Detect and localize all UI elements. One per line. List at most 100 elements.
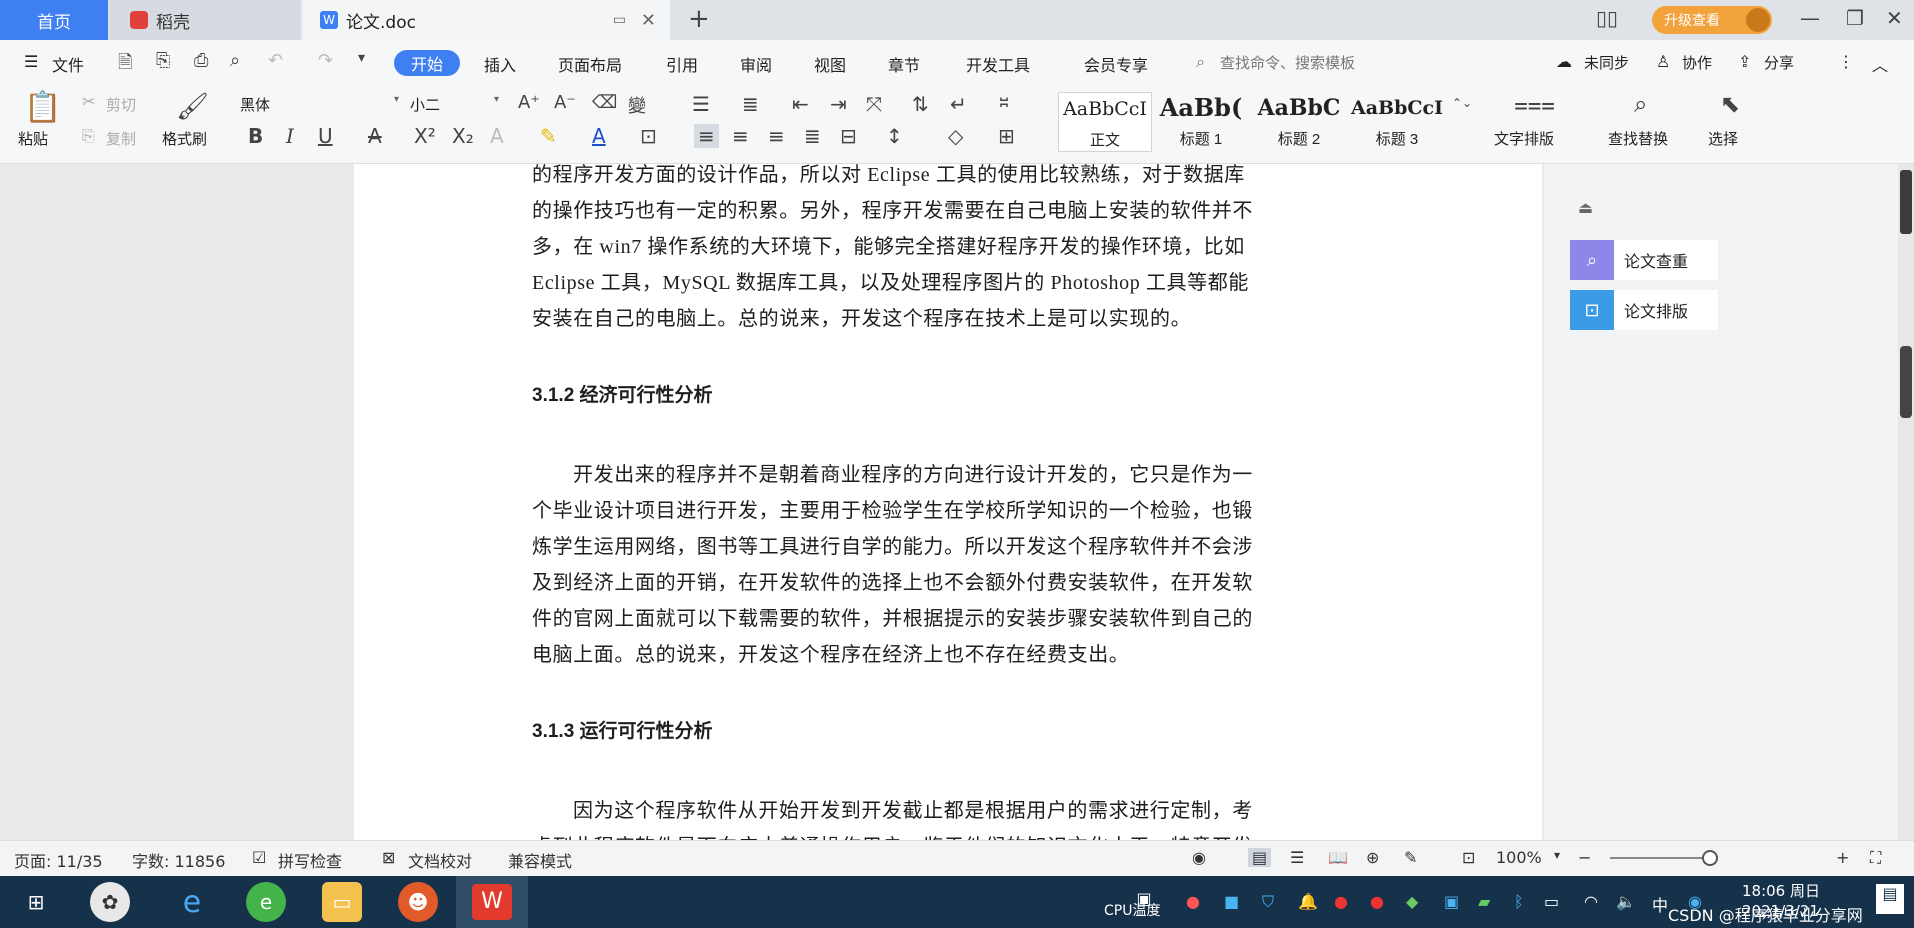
find-replace-icon[interactable]: ⌕	[1634, 90, 1647, 118]
fit-page-icon[interactable]: ⊡	[1462, 848, 1475, 867]
paragraph-line[interactable]: 开发出来的程序并不是朝着商业程序的方向进行设计开发的，它只是作为一	[532, 458, 1358, 487]
tray-ime-icon[interactable]: 中	[1652, 892, 1668, 916]
restore-icon[interactable]: ❐	[1846, 6, 1864, 30]
decrease-indent-icon[interactable]: ⇤	[792, 92, 809, 116]
char-border-icon[interactable]: ⊡	[640, 124, 657, 148]
cut-icon[interactable]: ✂	[82, 92, 95, 111]
save-icon[interactable]: 🗎	[118, 50, 132, 80]
paste-button[interactable]: 粘贴	[18, 128, 48, 149]
increase-indent-icon[interactable]: ⇥	[830, 92, 847, 116]
tray-bluetooth-icon[interactable]: ᛒ	[1514, 892, 1524, 911]
menu-insert[interactable]: 插入	[484, 52, 516, 76]
vertical-scrollbar[interactable]	[1898, 164, 1914, 840]
paragraph-line[interactable]: 及到经济上面的开销，在开发软件的选择上也不会额外付费安装软件，在开发软	[532, 566, 1358, 595]
game-app-icon[interactable]: ☻	[398, 882, 438, 922]
tray-qq-icon[interactable]: ●	[1334, 892, 1348, 911]
shading-icon[interactable]: ◇	[948, 124, 963, 148]
word-count[interactable]: 字数: 11856	[132, 848, 225, 872]
clear-format-icon[interactable]: ⌫	[592, 92, 617, 113]
layout-icon[interactable]: ▯▯	[1596, 6, 1618, 30]
font-color-icon[interactable]: A	[592, 124, 606, 148]
tray-qq2-icon[interactable]: ●	[1370, 892, 1384, 911]
outline-view-icon[interactable]: ☰	[1290, 848, 1304, 867]
ie-browser-icon[interactable]: e	[172, 882, 212, 922]
close-tab-icon[interactable]: ✕	[641, 10, 656, 31]
tray-app1-icon[interactable]: ●	[1186, 892, 1200, 911]
font-size-select[interactable]: 小二	[410, 94, 500, 115]
sort-icon[interactable]: ⇅	[912, 92, 929, 116]
font-family-select[interactable]: 黑体	[240, 94, 390, 115]
menu-review[interactable]: 审阅	[740, 52, 772, 76]
italic-icon[interactable]: I	[286, 124, 294, 148]
align-left-icon[interactable]: ≡	[694, 124, 719, 148]
strikethrough-icon[interactable]: A	[368, 124, 382, 148]
tray-bell-icon[interactable]: 🔔	[1298, 892, 1318, 911]
paragraph-line[interactable]: 炼学生运用网络，图书等工具进行自学的能力。所以开发这个程序软件并不会涉	[532, 530, 1358, 559]
scroll-handle-top[interactable]	[1900, 170, 1912, 234]
scroll-thumb[interactable]	[1900, 346, 1912, 418]
tab-home[interactable]: 首页	[0, 0, 108, 40]
app-flower-icon[interactable]: ✿	[90, 882, 130, 922]
zoom-slider-knob[interactable]	[1702, 850, 1718, 866]
spell-check-button[interactable]: 拼写检查	[278, 848, 342, 872]
shrink-font-icon[interactable]: A⁻	[554, 92, 576, 113]
tray-app4-icon[interactable]: ▣	[1444, 892, 1459, 911]
menu-page-layout[interactable]: 页面布局	[558, 52, 622, 76]
page-count[interactable]: 页面: 11/35	[14, 848, 103, 872]
close-window-icon[interactable]: ✕	[1886, 6, 1903, 30]
paragraph-line[interactable]: 因为这个程序软件从开始开发到开发截止都是根据用户的需求进行定制，考	[532, 794, 1358, 823]
undo-icon[interactable]: ↶	[268, 50, 283, 71]
minimize-icon[interactable]: —	[1800, 6, 1820, 30]
menu-reference[interactable]: 引用	[666, 52, 698, 76]
document-page[interactable]: 的程序开发方面的设计作品，所以对 Eclipse 工具的使用比较熟练，对于数据库…	[354, 164, 1542, 858]
print-icon[interactable]: ⎙	[194, 50, 208, 71]
hamburger-icon[interactable]: ☰	[24, 52, 38, 71]
chinese-layout-icon[interactable]: ⤧	[866, 92, 882, 116]
line-spacing-icon[interactable]: ↕	[886, 124, 903, 148]
share-button[interactable]: 分享	[1764, 52, 1794, 73]
align-center-icon[interactable]: ≡	[732, 124, 749, 148]
paragraph-line[interactable]: 的程序开发方面的设计作品，所以对 Eclipse 工具的使用比较熟练，对于数据库	[532, 158, 1358, 187]
text-effect-icon[interactable]: A	[490, 124, 504, 148]
cut-button[interactable]: 剪切	[106, 94, 136, 115]
search-icon[interactable]: ⌕	[1196, 52, 1205, 72]
subscript-icon[interactable]: X₂	[452, 124, 474, 148]
bullet-list-icon[interactable]: ☰	[692, 92, 710, 116]
paragraph-line[interactable]: 的操作技巧也有一定的积累。另外，程序开发需要在自己电脑上安装的软件并不	[532, 194, 1358, 223]
style-normal[interactable]: AaBbCcI 正文	[1058, 92, 1152, 152]
collapse-ribbon-icon[interactable]: ︿	[1872, 52, 1888, 76]
menu-dev-tools[interactable]: 开发工具	[966, 52, 1030, 76]
grow-font-icon[interactable]: A⁺	[518, 92, 540, 113]
tab-daoke[interactable]: 稻壳	[110, 0, 300, 40]
text-layout-icon[interactable]: ⩶	[1514, 90, 1555, 118]
numbered-list-icon[interactable]: ≣	[742, 92, 759, 116]
proofread-button[interactable]: 文档校对	[408, 848, 472, 872]
paragraph-line[interactable]: 多，在 win7 操作系统的大环境下，能够完全搭建好程序开发的操作环境，比如	[532, 230, 1358, 259]
upgrade-button[interactable]: 升级查看	[1652, 6, 1772, 34]
more-icon[interactable]: ⋮	[1838, 52, 1854, 71]
tab-document[interactable]: W 论文.doc ▭ ✕	[302, 0, 670, 40]
tray-nvidia-icon[interactable]: ▰	[1478, 892, 1490, 911]
ruler-icon[interactable]: ⎶	[1000, 92, 1008, 116]
paragraph-line[interactable]: Eclipse 工具，MySQL 数据库工具，以及处理程序图片的 Photosh…	[532, 266, 1358, 295]
bold-icon[interactable]: B	[248, 124, 263, 148]
justify-icon[interactable]: ≣	[804, 124, 821, 148]
find-replace-button[interactable]: 查找替换	[1608, 128, 1668, 149]
phonetic-icon[interactable]: 變	[628, 92, 646, 118]
tray-app2-icon[interactable]: ■	[1224, 892, 1239, 911]
file-explorer-icon[interactable]: ▭	[322, 882, 362, 922]
sync-status[interactable]: 未同步	[1584, 52, 1629, 73]
align-right-icon[interactable]: ≡	[768, 124, 785, 148]
clock-time[interactable]: 18:06 周日	[1742, 880, 1820, 901]
underline-icon[interactable]: U	[318, 124, 333, 148]
show-marks-icon[interactable]: ↵	[950, 92, 967, 116]
zoom-dropdown-icon[interactable]: ▾	[1554, 848, 1560, 862]
style-heading-2[interactable]: AaBbC 标题 2	[1252, 92, 1346, 152]
collapse-panel-icon[interactable]: ⏏	[1578, 198, 1593, 217]
tray-shield-icon[interactable]: ⛉	[1262, 892, 1274, 912]
browser-360-icon[interactable]: e	[246, 882, 286, 922]
zoom-out-icon[interactable]: −	[1578, 848, 1591, 867]
windows-start-icon[interactable]: ⊞	[16, 882, 56, 922]
superscript-icon[interactable]: X²	[414, 124, 436, 148]
write-view-icon[interactable]: ✎	[1404, 848, 1417, 867]
